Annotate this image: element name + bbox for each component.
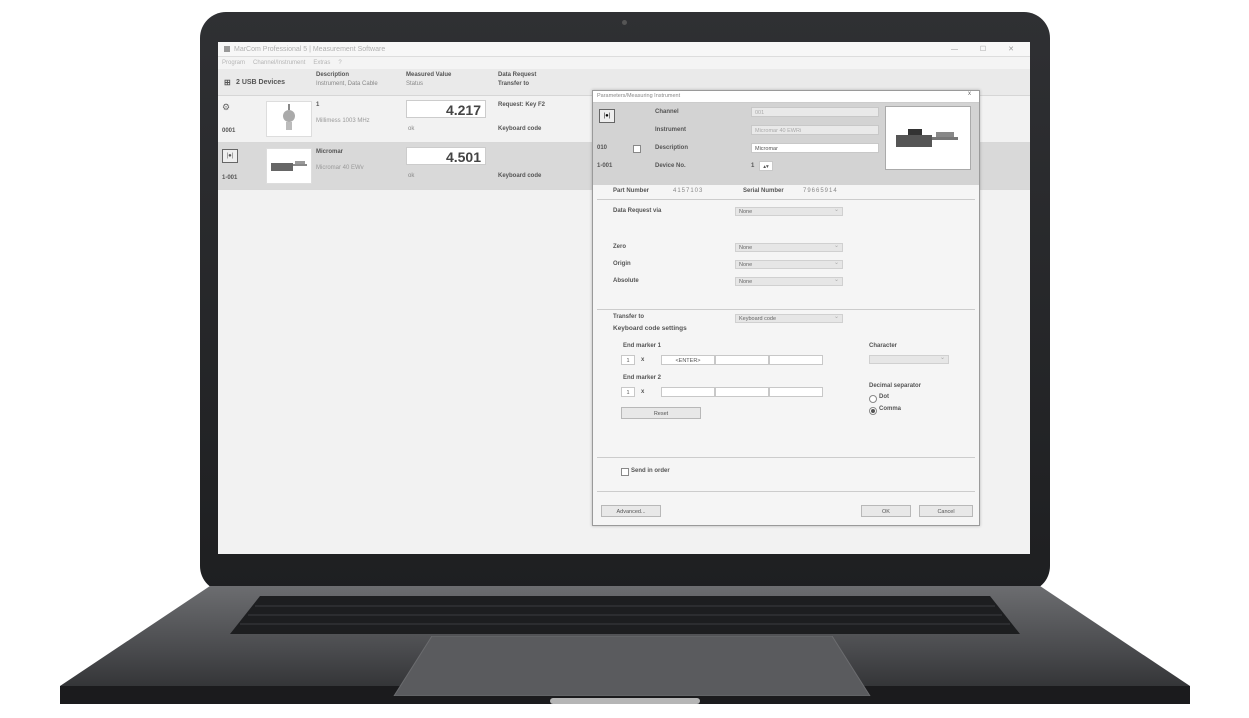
- app-icon: [224, 46, 230, 52]
- zero-select[interactable]: None: [735, 242, 843, 252]
- device-no-label: Device No.: [655, 163, 686, 169]
- channel-icon: |●|: [599, 109, 615, 123]
- row-status: ok: [408, 173, 415, 179]
- part-number-value: 4157103: [673, 188, 704, 194]
- send-in-order-checkbox[interactable]: [621, 468, 629, 476]
- row-name: Micromar: [316, 149, 344, 155]
- dialog-header: |●| 010 1-001 Channel 001 Instrument Mic…: [593, 103, 979, 185]
- cancel-button[interactable]: Cancel: [919, 505, 973, 517]
- camera-icon: [622, 20, 627, 25]
- end-marker2-count[interactable]: 1: [621, 387, 635, 397]
- transfer-to-select[interactable]: Keyboard code: [735, 313, 843, 323]
- col-description[interactable]: Description: [316, 72, 349, 78]
- window-title: MarCom Professional 5 | Measurement Soft…: [234, 45, 386, 53]
- trackpad: [392, 635, 872, 697]
- zero-label: Zero: [613, 244, 627, 250]
- row-channel: 0001: [222, 128, 236, 134]
- col-status: Status: [406, 81, 424, 87]
- end-marker2-key2[interactable]: [715, 387, 769, 397]
- instrument-icon: ⚙: [222, 102, 231, 112]
- end-marker1-key3[interactable]: [769, 355, 823, 365]
- divider: [597, 457, 975, 458]
- device-prefix: 1-001: [597, 163, 613, 169]
- comma-radio[interactable]: [869, 407, 877, 415]
- advanced-button[interactable]: Advanced...: [601, 505, 661, 517]
- decimal-separator-label: Decimal separator: [869, 383, 922, 389]
- description-input[interactable]: Micromar: [751, 143, 879, 153]
- dot-label: Dot: [879, 394, 889, 400]
- end-marker1-label: End marker 1: [623, 343, 662, 349]
- row-detail: Millimess 1003 MHz: [316, 118, 370, 124]
- divider: [597, 309, 975, 310]
- channel-field: 001: [751, 107, 879, 117]
- device-no-spinner[interactable]: ▴▾: [759, 161, 773, 171]
- channel-label: Channel: [655, 109, 679, 115]
- end-marker2-x: x: [641, 389, 645, 395]
- instrument-thumbnail: [266, 148, 312, 184]
- origin-label: Origin: [613, 261, 631, 267]
- usb-icon: ⊞: [224, 78, 231, 87]
- screen: MarCom Professional 5 | Measurement Soft…: [218, 42, 1030, 554]
- serial-number-value: 79665914: [803, 188, 838, 194]
- row-transfer: Keyboard code: [498, 173, 542, 179]
- parameters-dialog: Parameters/Measuring Instrument x |●| 01…: [592, 90, 980, 526]
- comma-label: Comma: [879, 406, 902, 412]
- data-request-select[interactable]: None: [735, 206, 843, 216]
- send-in-order-label: Send in order: [631, 468, 670, 474]
- left-code: 010: [597, 145, 608, 151]
- close-icon[interactable]: x: [968, 91, 971, 97]
- instrument-label: Instrument: [655, 127, 687, 133]
- dialog-title: Parameters/Measuring Instrument: [593, 91, 979, 103]
- end-marker1-key1[interactable]: <ENTER>: [661, 355, 715, 365]
- instrument-thumbnail: [266, 101, 312, 137]
- serial-number-label: Serial Number: [743, 188, 784, 194]
- row-detail: Micromar 40 EWv: [316, 165, 364, 171]
- col-data-request[interactable]: Data Request: [498, 72, 536, 78]
- end-marker2-key1[interactable]: [661, 387, 715, 397]
- absolute-select[interactable]: None: [735, 276, 843, 286]
- header-checkbox[interactable]: [633, 145, 641, 153]
- absolute-label: Absolute: [613, 278, 639, 284]
- laptop-notch: [550, 698, 700, 704]
- row-channel: 1-001: [222, 175, 238, 181]
- row-status: ok: [408, 126, 415, 132]
- transfer-to-label: Transfer to: [613, 314, 645, 320]
- row-data-request: Request: Key F2: [498, 102, 546, 108]
- instrument-field: Micromar 40 EWRi: [751, 125, 879, 135]
- measured-value: 4.217: [406, 100, 486, 118]
- origin-select[interactable]: None: [735, 259, 843, 269]
- usb-devices-label: 2 USB Devices: [236, 79, 286, 86]
- row-name: 1: [316, 102, 320, 108]
- measured-value: 4.501: [406, 147, 486, 165]
- divider: [597, 199, 975, 200]
- instrument-image: [885, 106, 971, 170]
- row-transfer: Keyboard code: [498, 126, 542, 132]
- character-label: Character: [869, 343, 898, 349]
- description-label: Description: [655, 145, 689, 151]
- menu-help[interactable]: ?: [338, 60, 341, 66]
- menu-extras[interactable]: Extras: [313, 60, 330, 66]
- device-no-value: 1: [751, 163, 755, 169]
- col-description-sub: Instrument, Data Cable: [316, 81, 378, 87]
- menu-program[interactable]: Program: [222, 60, 245, 66]
- menu-channel-instrument[interactable]: Channel/Instrument: [253, 60, 305, 66]
- ok-button[interactable]: OK: [861, 505, 911, 517]
- reset-button[interactable]: Reset: [621, 407, 701, 419]
- col-transfer-to[interactable]: Transfer to: [498, 81, 529, 87]
- keyboard-settings-label: Keyboard code settings: [613, 325, 687, 332]
- window-controls[interactable]: — ☐ ✕: [951, 45, 1024, 53]
- end-marker2-key3[interactable]: [769, 387, 823, 397]
- end-marker1-key2[interactable]: [715, 355, 769, 365]
- end-marker1-x: x: [641, 357, 645, 363]
- channel-icon: |●|: [222, 149, 238, 163]
- end-marker2-label: End marker 2: [623, 375, 662, 381]
- character-select[interactable]: [869, 354, 949, 364]
- part-number-label: Part Number: [613, 188, 650, 194]
- dot-radio[interactable]: [869, 395, 877, 403]
- divider: [597, 491, 975, 492]
- title-bar: MarCom Professional 5 | Measurement Soft…: [218, 42, 1030, 57]
- end-marker1-count[interactable]: 1: [621, 355, 635, 365]
- col-measured-value[interactable]: Measured Value: [406, 72, 451, 78]
- data-request-label: Data Request via: [613, 208, 662, 214]
